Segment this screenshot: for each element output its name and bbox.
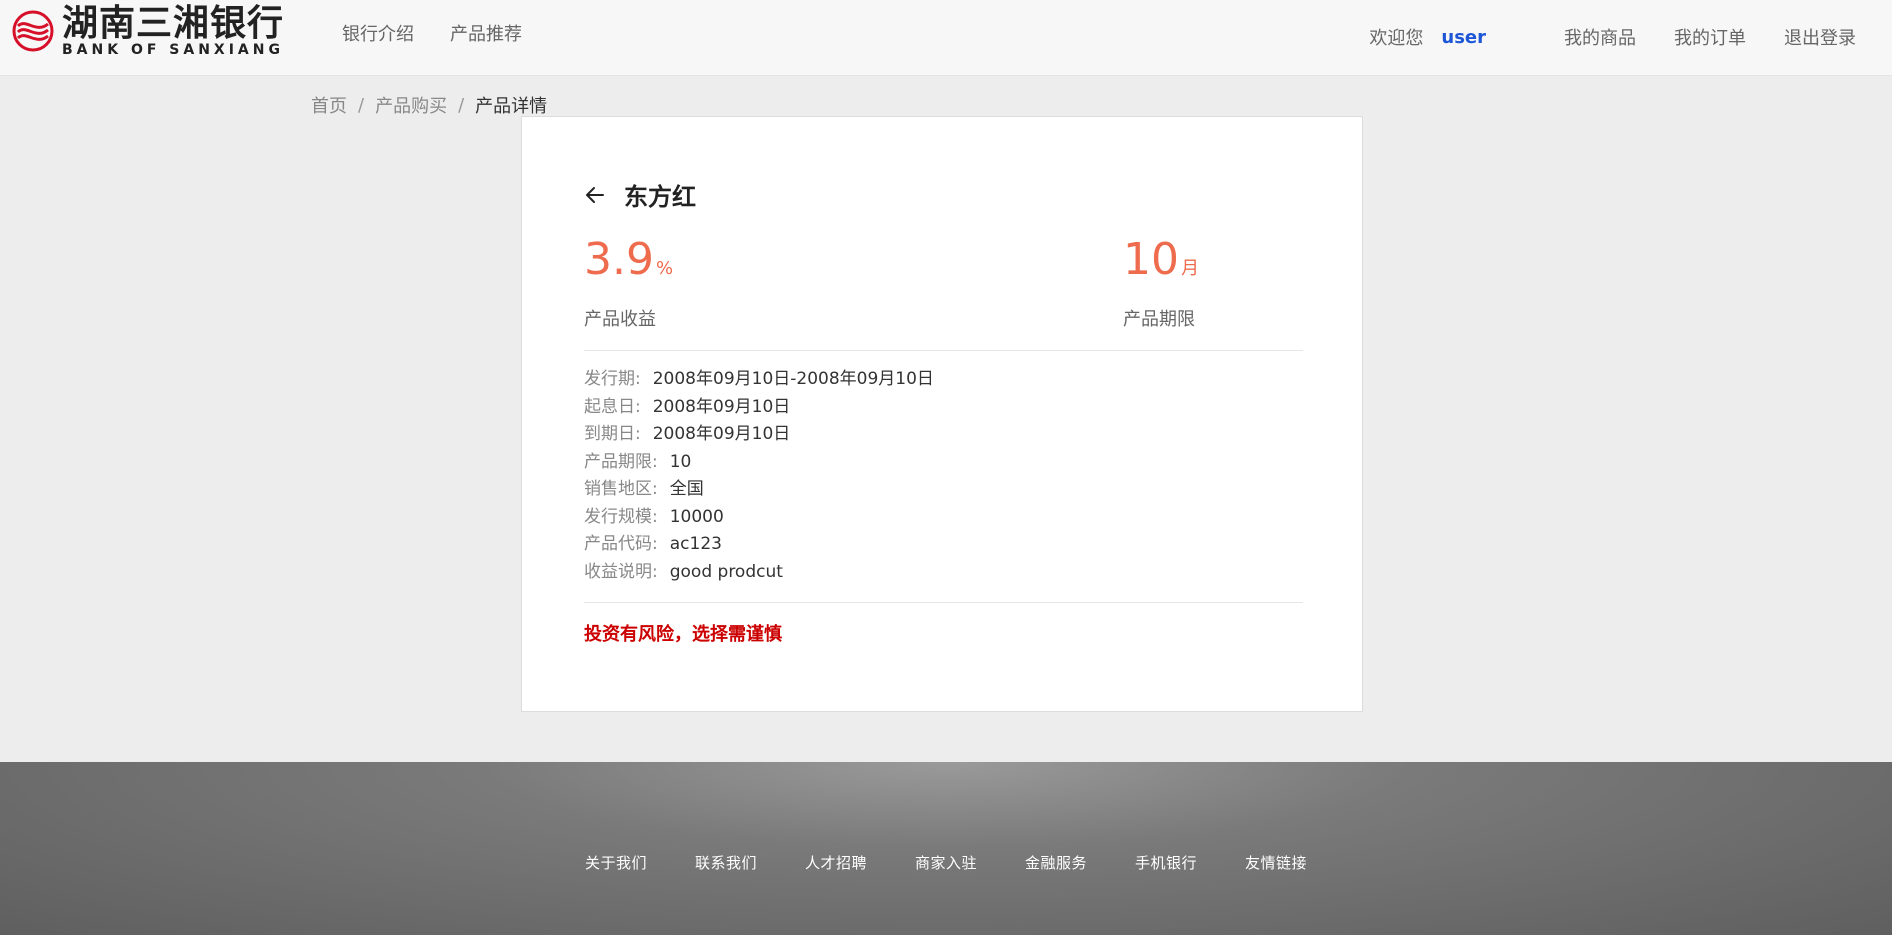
arrow-left-icon[interactable] <box>584 184 606 206</box>
term-stat: 10 月 产品期限 <box>1123 235 1199 331</box>
yield-unit: % <box>655 258 674 279</box>
breadcrumb-separator: / <box>358 94 365 116</box>
detail-value: ac123 <box>669 534 722 554</box>
detail-issue-period: 发行期: 2008年09月10日-2008年09月10日 <box>584 366 934 394</box>
term-value: 10 <box>1123 234 1179 285</box>
footer-link-financial-services[interactable]: 金融服务 <box>1025 852 1087 873</box>
breadcrumb-home[interactable]: 首页 <box>311 92 347 118</box>
username[interactable]: user <box>1441 27 1486 48</box>
product-detail-card: 东方红 3.9% 产品收益 10 月 产品期限 发行期: 2008年09月10日-… <box>521 116 1363 712</box>
risk-notice: 投资有风险，选择需谨慎 <box>584 624 782 645</box>
detail-key: 产品期限: <box>584 451 658 472</box>
breadcrumb-product-purchase[interactable]: 产品购买 <box>375 92 447 118</box>
main-nav: 银行介绍 产品推荐 <box>342 20 522 46</box>
breadcrumb-separator: / <box>458 94 465 116</box>
detail-value: 10 <box>669 451 692 472</box>
nav-product-recommend[interactable]: 产品推荐 <box>450 20 522 46</box>
detail-issue-size: 发行规模: 10000 <box>584 504 934 532</box>
welcome-text: 欢迎您 <box>1369 28 1424 49</box>
footer-link-mobile-banking[interactable]: 手机银行 <box>1135 852 1197 873</box>
footer <box>0 762 1892 935</box>
logo-chinese-name: 湖南三湘银行 <box>62 2 285 44</box>
product-name: 东方红 <box>624 183 696 211</box>
divider <box>584 602 1303 603</box>
breadcrumb: 首页 / 产品购买 / 产品详情 <box>311 92 547 118</box>
nav-logout[interactable]: 退出登录 <box>1784 24 1856 50</box>
divider <box>584 350 1303 351</box>
footer-links: 关于我们 联系我们 人才招聘 商家入驻 金融服务 手机银行 友情链接 <box>0 852 1892 873</box>
detail-key: 销售地区: <box>584 479 658 499</box>
detail-maturity-date: 到期日: 2008年09月10日 <box>584 421 934 449</box>
breadcrumb-current: 产品详情 <box>475 96 548 117</box>
detail-key: 收益说明: <box>584 561 658 582</box>
detail-yield-description: 收益说明: good prodcut <box>584 559 934 587</box>
nav-my-orders[interactable]: 我的订单 <box>1674 24 1746 50</box>
detail-value: 10000 <box>669 506 724 527</box>
detail-product-term: 产品期限: 10 <box>584 449 934 477</box>
yield-value: 3.9 <box>584 234 654 285</box>
detail-key: 起息日: <box>584 396 641 417</box>
user-nav: 欢迎您 user 我的商品 我的订单 退出登录 <box>1369 24 1856 50</box>
detail-value: 2008年09月10日-2008年09月10日 <box>652 369 934 389</box>
yield-stat: 3.9% 产品收益 <box>584 235 673 331</box>
bank-logo-icon <box>12 10 54 52</box>
footer-link-about[interactable]: 关于我们 <box>585 852 647 873</box>
detail-value: 2008年09月10日 <box>652 396 791 417</box>
detail-key: 发行期: <box>584 369 641 389</box>
detail-product-code: 产品代码: ac123 <box>584 531 934 559</box>
term-unit: 月 <box>1181 258 1199 279</box>
header-bar: 湖南三湘银行 BANK OF SANXIANG 银行介绍 产品推荐 欢迎您 us… <box>0 0 1892 76</box>
product-details-list: 发行期: 2008年09月10日-2008年09月10日 起息日: 2008年0… <box>584 366 934 586</box>
term-label: 产品期限 <box>1123 309 1195 330</box>
logo-english-name: BANK OF SANXIANG <box>62 41 284 58</box>
detail-value: 2008年09月10日 <box>652 424 791 444</box>
nav-bank-intro[interactable]: 银行介绍 <box>342 20 414 46</box>
detail-value-date: 起息日: 2008年09月10日 <box>584 394 934 422</box>
detail-value: good prodcut <box>669 561 783 582</box>
footer-link-friend-links[interactable]: 友情链接 <box>1245 852 1307 873</box>
product-title-row: 东方红 <box>584 177 696 212</box>
footer-link-contact[interactable]: 联系我们 <box>695 852 757 873</box>
bank-logo[interactable]: 湖南三湘银行 BANK OF SANXIANG <box>12 3 284 59</box>
footer-link-merchants[interactable]: 商家入驻 <box>915 852 977 873</box>
detail-value: 全国 <box>669 479 704 499</box>
detail-key: 产品代码: <box>584 534 658 554</box>
detail-sales-region: 销售地区: 全国 <box>584 476 934 504</box>
footer-link-careers[interactable]: 人才招聘 <box>805 852 867 873</box>
yield-label: 产品收益 <box>584 309 656 330</box>
detail-key: 到期日: <box>584 424 641 444</box>
nav-my-products[interactable]: 我的商品 <box>1564 24 1636 50</box>
detail-key: 发行规模: <box>584 506 658 527</box>
